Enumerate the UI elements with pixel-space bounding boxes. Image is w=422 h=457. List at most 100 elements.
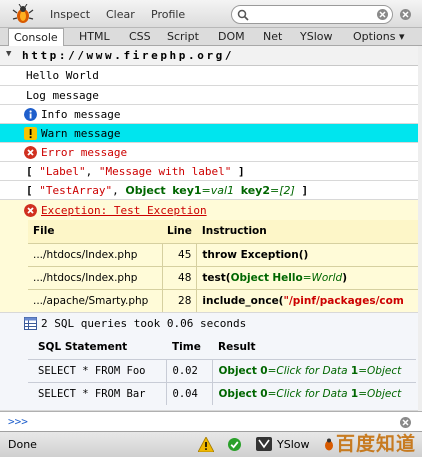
warning-icon [24,127,37,140]
info-icon [24,108,37,121]
tab-script[interactable]: Script [167,28,199,46]
object-key: 1 [350,387,359,400]
paren-close: ) [342,271,348,284]
tab-net[interactable]: Net [263,28,282,46]
warn-text: Warn message [41,127,121,140]
column-header: File [33,225,55,238]
label-string: "Label" [39,165,86,178]
object-value: Object [367,364,402,377]
firebug-icon[interactable] [12,4,34,24]
prompt: >>> [8,415,28,428]
object-value: World [311,271,343,284]
object-key: key2 [240,184,271,197]
column-header: Instruction [201,225,267,238]
object-link[interactable]: Object [219,388,257,400]
exception-title[interactable]: Exception: Test Exception [41,204,207,217]
object-value: Object [367,387,402,400]
message-string: "Message with label" [98,165,232,178]
options-menu[interactable]: Options ▾ [353,28,404,46]
string-value: "/pinf/packages/com [283,294,404,307]
instruction-cell: test(Object Hello=World) [197,266,421,289]
object-key: key1 [172,184,202,197]
group-header[interactable]: ▼ http://www.firephp.org/ [0,46,418,66]
comma: , [85,165,99,178]
file-cell[interactable]: .../htdocs/Index.php [28,243,163,266]
object-key: 1 [350,364,359,377]
array-row[interactable]: [ "TestArray", Object key1=val1 key2=[2]… [0,181,418,200]
error-icon [24,146,37,159]
tab-console[interactable]: Console [8,28,64,47]
array-name-string: "TestArray" [39,184,113,197]
log-row: Hello World [0,66,418,86]
time-cell: 0.04 [166,382,213,405]
log-text: Hello World [26,69,99,82]
table-row[interactable]: .../htdocs/Index.php 45 throw Exception(… [28,243,421,266]
line-cell: 45 [162,243,198,266]
inspect-button[interactable]: Inspect [50,8,90,21]
file-cell[interactable]: .../htdocs/Index.php [28,266,163,289]
instruction-cell: throw Exception() [202,248,309,261]
panel-tabs: Console HTML CSS Script DOM Net YSlow Op… [0,28,422,47]
label-row[interactable]: [ "Label", "Message with label" ] [0,162,418,181]
time-cell: 0.02 [166,359,213,382]
object-link[interactable]: Object [231,272,269,284]
bracket-open: [ [26,165,33,178]
result-cell[interactable]: Object 0=Click for Data 1=Object [212,382,416,405]
group-title: http://www.firephp.org/ [22,49,235,62]
object-key: 0 [260,364,268,377]
result-cell[interactable]: Object 0=Click for Data 1=Object [212,359,416,382]
table-row[interactable]: SELECT * FROM Bar 0.04 Object 0=Click fo… [28,382,416,405]
sql-queries-table: SQL Statement Time Result SELECT * FROM … [28,336,416,405]
vertical-scrollbar[interactable] [418,46,422,411]
status-bar: Done YSlow 百度知道 [0,431,422,457]
column-header: Line [167,225,192,238]
tab-css[interactable]: CSS [129,28,151,46]
file-cell[interactable]: .../apache/Smarty.php [28,289,163,312]
status-text: Done [8,438,37,451]
object-link[interactable]: Object [219,365,257,377]
table-row[interactable]: .../htdocs/Index.php 48 test(Object Hell… [28,266,421,289]
firebug-status-icon[interactable] [322,438,336,451]
error-icon [24,204,37,217]
log-row: Log message [0,86,418,105]
error-row: Error message [0,143,418,162]
column-header: Time [172,341,201,354]
minimize-icon[interactable] [377,9,388,20]
command-line[interactable]: >>> [0,411,422,431]
watermark-text: 百度知道 [336,433,417,455]
object-link[interactable]: Object [125,184,165,197]
sql-summary[interactable]: 2 SQL queries took 0.06 seconds [41,317,246,330]
object-value: [2] [279,184,295,197]
bracket-close: ] [301,184,309,197]
table-icon [24,317,37,330]
warning-status-icon[interactable] [198,437,214,452]
collapse-triangle-icon[interactable]: ▼ [6,49,11,59]
yslow-label[interactable]: YSlow [277,438,309,451]
click-for-data-link[interactable]: Click for Data [276,388,347,400]
tab-dom[interactable]: DOM [218,28,245,46]
table-row[interactable]: SELECT * FROM Foo 0.02 Object 0=Click fo… [28,359,416,382]
exception-trace-table: File Line Instruction .../htdocs/Index.p… [28,220,421,312]
line-cell: 48 [162,266,198,289]
tab-html[interactable]: HTML [79,28,110,46]
info-row: Info message [0,105,418,124]
info-text: Info message [41,108,121,121]
profile-button[interactable]: Profile [151,8,185,21]
sql-statement-cell: SELECT * FROM Bar [28,382,167,405]
line-cell: 28 [162,289,198,312]
check-status-icon[interactable] [228,438,241,451]
function-name: include_once( [202,294,284,307]
clear-button[interactable]: Clear [106,8,135,21]
clear-command-icon[interactable] [400,417,411,428]
object-key: 0 [260,387,268,400]
column-header: Result [218,341,256,354]
object-value: val1 [210,184,235,197]
table-row[interactable]: .../apache/Smarty.php 28 include_once("/… [28,289,421,312]
close-icon[interactable] [400,9,411,20]
tab-yslow[interactable]: YSlow [300,28,332,46]
object-key: Hello [272,271,303,284]
bracket-close: ] [237,165,245,178]
search-input[interactable] [231,5,393,24]
click-for-data-link[interactable]: Click for Data [276,365,347,377]
yslow-icon[interactable] [255,436,273,452]
